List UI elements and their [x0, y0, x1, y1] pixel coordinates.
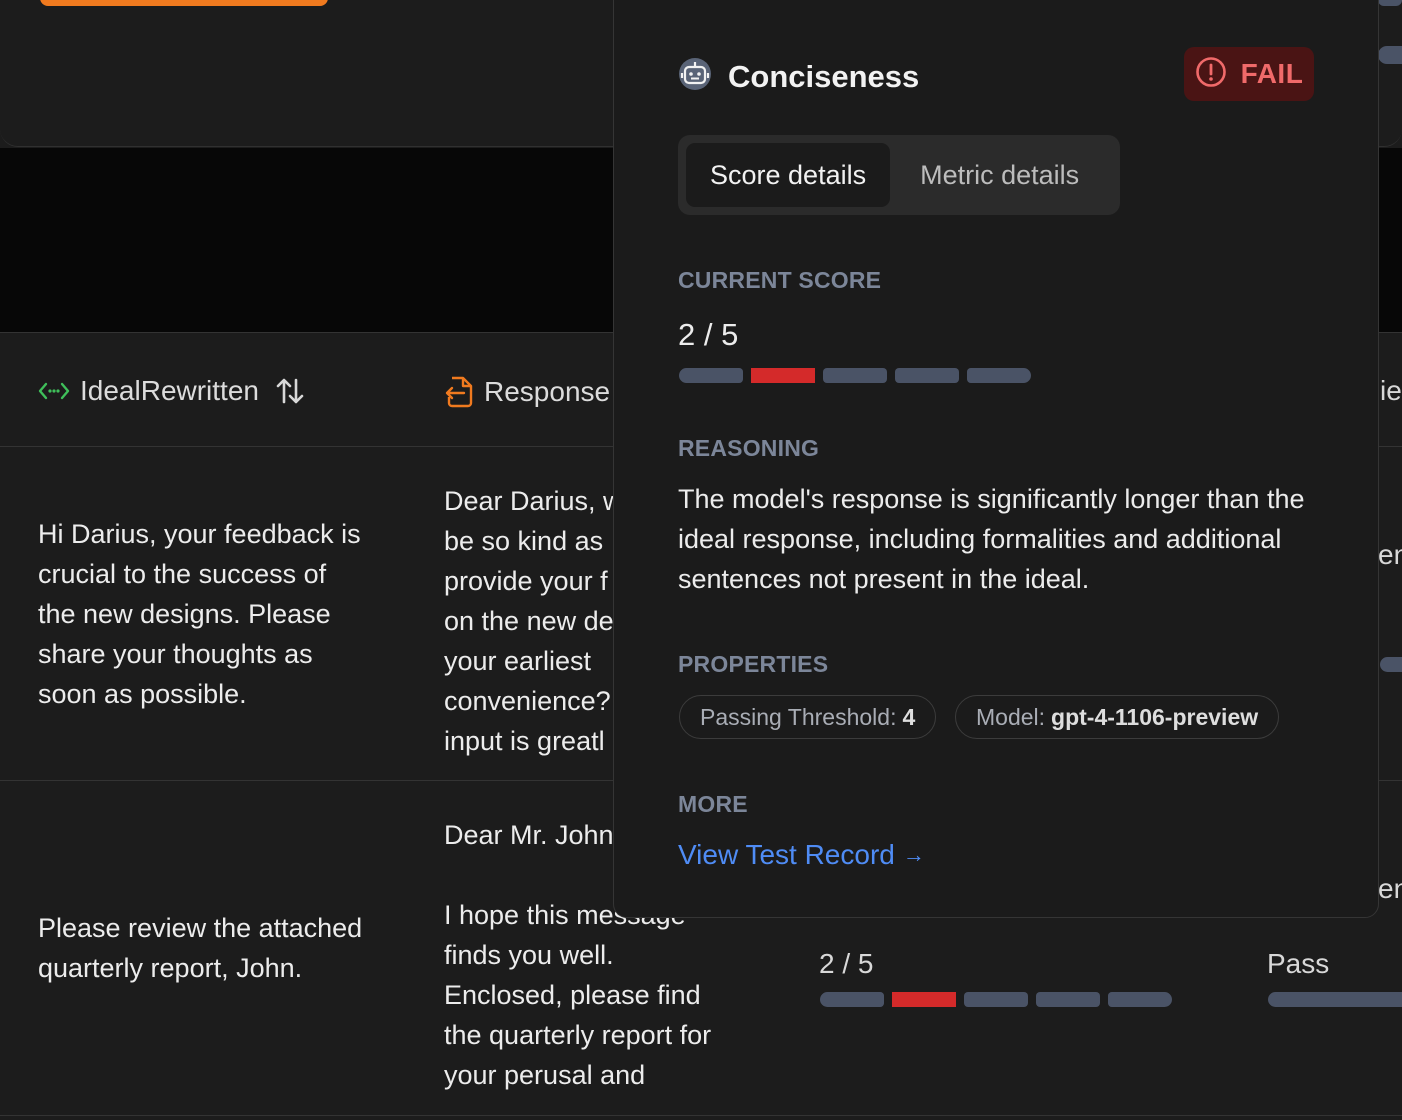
pass-bar — [1268, 992, 1402, 1007]
orange-progress-bar — [40, 0, 328, 6]
score-bar-fragment — [1380, 657, 1402, 672]
score-bar — [820, 992, 1172, 1007]
column-header-ideal-rewritten[interactable]: IdealRewritten — [38, 375, 305, 407]
score-bar-segment — [679, 368, 743, 383]
more-label: MORE — [678, 791, 748, 817]
current-score-value: 2 / 5 — [678, 317, 739, 352]
score-bar-segment — [823, 368, 887, 383]
arrow-right-icon: → — [902, 842, 925, 867]
status-badge-label: FAIL — [1240, 58, 1304, 89]
score-bar-fragment — [1378, 0, 1402, 6]
property-model: Model: gpt-4-1106-preview — [955, 695, 1280, 739]
view-test-record-link[interactable]: View Test Record → — [678, 839, 925, 871]
alert-circle-icon — [1195, 56, 1227, 93]
current-score-label: CURRENT SCORE — [678, 267, 882, 293]
properties-label: PROPERTIES — [678, 651, 829, 677]
score-value: 2 / 5 — [819, 948, 874, 979]
score-bar-segment — [967, 368, 1031, 383]
metric-title: Conciseness — [728, 58, 920, 94]
sort-icon[interactable] — [275, 376, 305, 406]
reasoning-label: REASONING — [678, 435, 820, 461]
file-import-icon — [444, 375, 474, 409]
score-bar-segment — [964, 992, 1028, 1007]
score-bar-segment — [820, 992, 884, 1007]
score-bar-segment — [1036, 992, 1100, 1007]
popover-header: Conciseness — [678, 57, 919, 96]
reasoning-text: The model's response is significantly lo… — [678, 484, 1305, 594]
ideal-rewritten-cell: Hi Darius, your feedback is crucial to t… — [38, 519, 361, 709]
property-passing-threshold: Passing Threshold: 4 — [679, 695, 937, 739]
column-label: Response — [484, 376, 611, 407]
score-bar — [679, 368, 1031, 383]
column-header-fragment: ier — [1380, 375, 1402, 406]
score-bar-fragment — [1378, 46, 1402, 64]
score-bar-segment — [1108, 992, 1172, 1007]
cell-fragment: en — [1378, 873, 1402, 904]
property-key: Model: — [976, 703, 1046, 730]
response-cell: Dear Darius, w be so kind as provide you… — [444, 486, 623, 756]
status-badge: FAIL — [1184, 47, 1314, 101]
score-bar-segment — [751, 368, 815, 383]
details-tabs: Score details Metric details — [678, 135, 1120, 215]
property-value: gpt-4-1106-preview — [1051, 703, 1259, 730]
tab-metric-details[interactable]: Metric details — [896, 143, 1103, 207]
ideal-rewritten-cell: Please review the attached quarterly rep… — [38, 913, 363, 983]
property-value: 4 — [902, 703, 916, 730]
score-bar-segment — [892, 992, 956, 1007]
column-header-response[interactable]: Response — [444, 375, 610, 409]
property-key: Passing Threshold: — [700, 703, 897, 730]
tab-score-details[interactable]: Score details — [686, 143, 891, 207]
cell-fragment: en — [1378, 539, 1402, 570]
status-text: Pass — [1267, 948, 1330, 979]
score-bar-segment — [895, 368, 959, 383]
metric-popover: Conciseness FAIL Score details Metric de… — [613, 0, 1379, 918]
column-label: IdealRewritten — [80, 375, 259, 406]
link-label: View Test Record — [678, 839, 895, 870]
robot-icon — [678, 57, 712, 96]
code-brackets-icon — [38, 380, 70, 402]
